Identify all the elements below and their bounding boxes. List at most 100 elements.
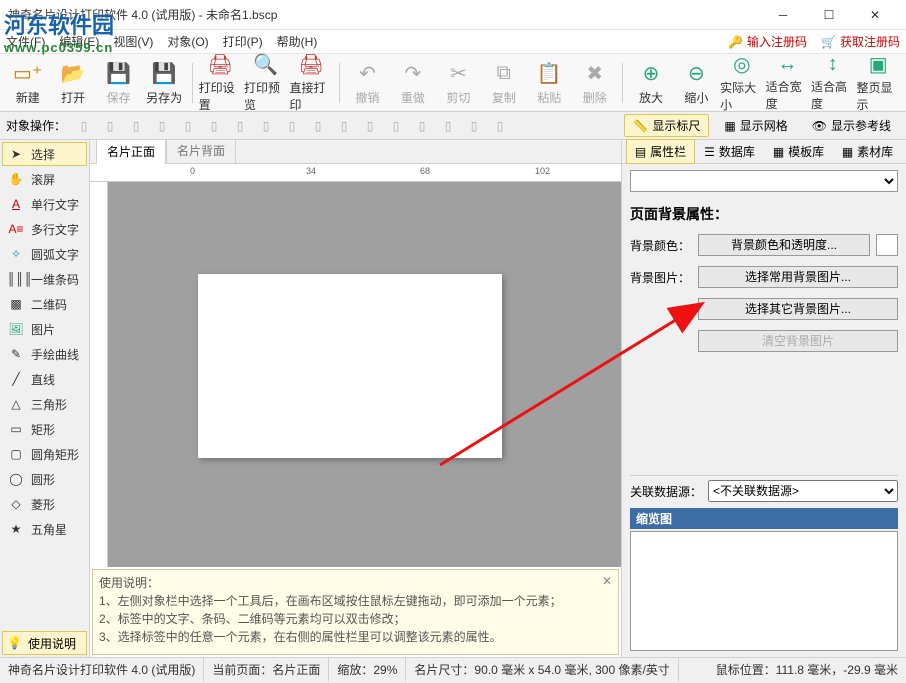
- align-right-icon[interactable]: ▯: [124, 115, 148, 137]
- zoomout-button[interactable]: ⊖缩小: [675, 57, 718, 109]
- thumbnail-header: 缩览图: [630, 508, 898, 529]
- tool-barcode[interactable]: ║║║一维条码: [2, 267, 87, 291]
- get-reg-link[interactable]: 🛒获取注册码: [821, 33, 900, 50]
- enter-reg-link[interactable]: 🔑输入注册码: [728, 33, 807, 50]
- canvas[interactable]: [108, 182, 621, 567]
- bg-image-other-button[interactable]: 选择其它背景图片...: [698, 298, 898, 320]
- new-button[interactable]: ▭⁺新建: [6, 57, 49, 109]
- ruler-icon: 📏: [633, 119, 648, 133]
- delete-button[interactable]: ✖删除: [573, 57, 616, 109]
- send-back-icon[interactable]: ▯: [358, 115, 382, 137]
- help-close-icon[interactable]: ✕: [602, 572, 612, 590]
- prop-tabs: ▤属性栏 ☰数据库 ▦模板库 ▦素材库: [622, 140, 906, 164]
- ellipse-icon: ◯: [7, 472, 25, 486]
- copy-button[interactable]: ⧉复制: [482, 57, 525, 109]
- tool-triangle[interactable]: △三角形: [2, 392, 87, 416]
- group-icon[interactable]: ▯: [384, 115, 408, 137]
- lock-icon[interactable]: ▯: [436, 115, 460, 137]
- object-select[interactable]: [630, 170, 898, 192]
- fitpage-button[interactable]: ▣整页显示: [857, 57, 900, 109]
- tool-text-arc[interactable]: ✧圆弧文字: [2, 242, 87, 266]
- tool-line[interactable]: ╱直线: [2, 367, 87, 391]
- tool-text-single[interactable]: A单行文字: [2, 192, 87, 216]
- tool-freehand[interactable]: ✎手绘曲线: [2, 342, 87, 366]
- tool-image[interactable]: 🖼图片: [2, 317, 87, 341]
- workarea: ➤选择 ✋滚屏 A单行文字 A≡多行文字 ✧圆弧文字 ║║║一维条码 ▩二维码 …: [0, 140, 906, 657]
- tool-qrcode[interactable]: ▩二维码: [2, 292, 87, 316]
- qrcode-icon: ▩: [7, 297, 25, 311]
- print-button[interactable]: 🖨直接打印: [290, 57, 333, 109]
- tool-rect[interactable]: ▭矩形: [2, 417, 87, 441]
- tool-star[interactable]: ★五角星: [2, 517, 87, 541]
- bg-color-button[interactable]: 背景颜色和透明度...: [698, 234, 870, 256]
- show-ruler-toggle[interactable]: 📏显示标尺: [624, 114, 709, 137]
- tool-text-multi[interactable]: A≡多行文字: [2, 217, 87, 241]
- new-icon: ▭⁺: [13, 59, 42, 87]
- menu-file[interactable]: 文件(F): [6, 33, 45, 50]
- tool-pan[interactable]: ✋滚屏: [2, 167, 87, 191]
- guides-icon: 👁: [812, 119, 827, 133]
- tool-ellipse[interactable]: ◯圆形: [2, 467, 87, 491]
- same-height-icon[interactable]: ▯: [306, 115, 330, 137]
- paste-button[interactable]: 📋粘贴: [528, 57, 571, 109]
- menu-edit[interactable]: 编辑(E): [59, 33, 99, 50]
- saveas-button[interactable]: 💾另存为: [142, 57, 185, 109]
- same-width-icon[interactable]: ▯: [280, 115, 304, 137]
- menu-view[interactable]: 视图(V): [113, 33, 153, 50]
- fith-icon: ↕: [828, 53, 838, 76]
- open-button[interactable]: 📂打开: [51, 57, 94, 109]
- menu-help[interactable]: 帮助(H): [277, 33, 318, 50]
- tool-select[interactable]: ➤选择: [2, 142, 87, 166]
- align-bottom-icon[interactable]: ▯: [202, 115, 226, 137]
- align-top-icon[interactable]: ▯: [150, 115, 174, 137]
- printset-button[interactable]: 🖨打印设置: [199, 57, 242, 109]
- tab-front[interactable]: 名片正面: [96, 140, 166, 164]
- ds-select[interactable]: <不关联数据源>: [708, 480, 898, 502]
- tab-props[interactable]: ▤属性栏: [626, 139, 695, 164]
- tool-diamond[interactable]: ◇菱形: [2, 492, 87, 516]
- show-guides-toggle[interactable]: 👁显示参考线: [803, 114, 900, 137]
- bring-front-icon[interactable]: ▯: [332, 115, 356, 137]
- menu-print[interactable]: 打印(P): [223, 33, 263, 50]
- cut-button[interactable]: ✂剪切: [437, 57, 480, 109]
- zoomin-icon: ⊕: [643, 59, 660, 87]
- bg-image-common-button[interactable]: 选择常用背景图片...: [698, 266, 898, 288]
- zoomin-button[interactable]: ⊕放大: [629, 57, 672, 109]
- save-button[interactable]: 💾保存: [97, 57, 140, 109]
- maximize-button[interactable]: ☐: [806, 0, 852, 30]
- align-center-icon[interactable]: ▯: [98, 115, 122, 137]
- ungroup-icon[interactable]: ▯: [410, 115, 434, 137]
- fitpage-icon: ▣: [869, 52, 888, 77]
- freehand-icon: ✎: [7, 347, 25, 361]
- flip-h-icon[interactable]: ▯: [462, 115, 486, 137]
- tab-assets[interactable]: ▦素材库: [833, 139, 902, 164]
- menu-object[interactable]: 对象(O): [167, 33, 208, 50]
- actual-button[interactable]: ◎实际大小: [720, 57, 763, 109]
- opsbar: 对象操作： ▯ ▯ ▯ ▯ ▯ ▯ ▯ ▯ ▯ ▯ ▯ ▯ ▯ ▯ ▯ ▯ ▯ …: [0, 112, 906, 140]
- tab-templates[interactable]: ▦模板库: [764, 139, 833, 164]
- grid-icon: ▦: [724, 119, 735, 133]
- tool-roundrect[interactable]: ▢圆角矩形: [2, 442, 87, 466]
- undo-icon: ↶: [359, 59, 376, 87]
- distribute-v-icon[interactable]: ▯: [254, 115, 278, 137]
- distribute-h-icon[interactable]: ▯: [228, 115, 252, 137]
- bg-clear-button[interactable]: 清空背景图片: [698, 330, 898, 352]
- tool-help-button[interactable]: 💡使用说明: [2, 631, 87, 655]
- fitw-button[interactable]: ↔适合宽度: [766, 57, 809, 109]
- undo-button[interactable]: ↶撤销: [346, 57, 389, 109]
- align-middle-icon[interactable]: ▯: [176, 115, 200, 137]
- flip-v-icon[interactable]: ▯: [488, 115, 512, 137]
- zoomout-icon: ⊖: [688, 59, 705, 87]
- tab-database[interactable]: ☰数据库: [695, 139, 764, 164]
- card-page[interactable]: [198, 274, 502, 458]
- tab-back[interactable]: 名片背面: [166, 140, 236, 163]
- preview-button[interactable]: 🔍打印预览: [244, 57, 287, 109]
- align-left-icon[interactable]: ▯: [72, 115, 96, 137]
- fith-button[interactable]: ↕适合高度: [811, 57, 854, 109]
- close-button[interactable]: ✕: [852, 0, 898, 30]
- show-grid-toggle[interactable]: ▦显示网格: [715, 114, 796, 137]
- redo-button[interactable]: ↷重做: [391, 57, 434, 109]
- status-size: 名片尺寸：90.0 毫米 x 54.0 毫米, 300 像素/英寸: [406, 658, 678, 681]
- minimize-button[interactable]: ─: [760, 0, 806, 30]
- bg-color-swatch[interactable]: [876, 234, 898, 256]
